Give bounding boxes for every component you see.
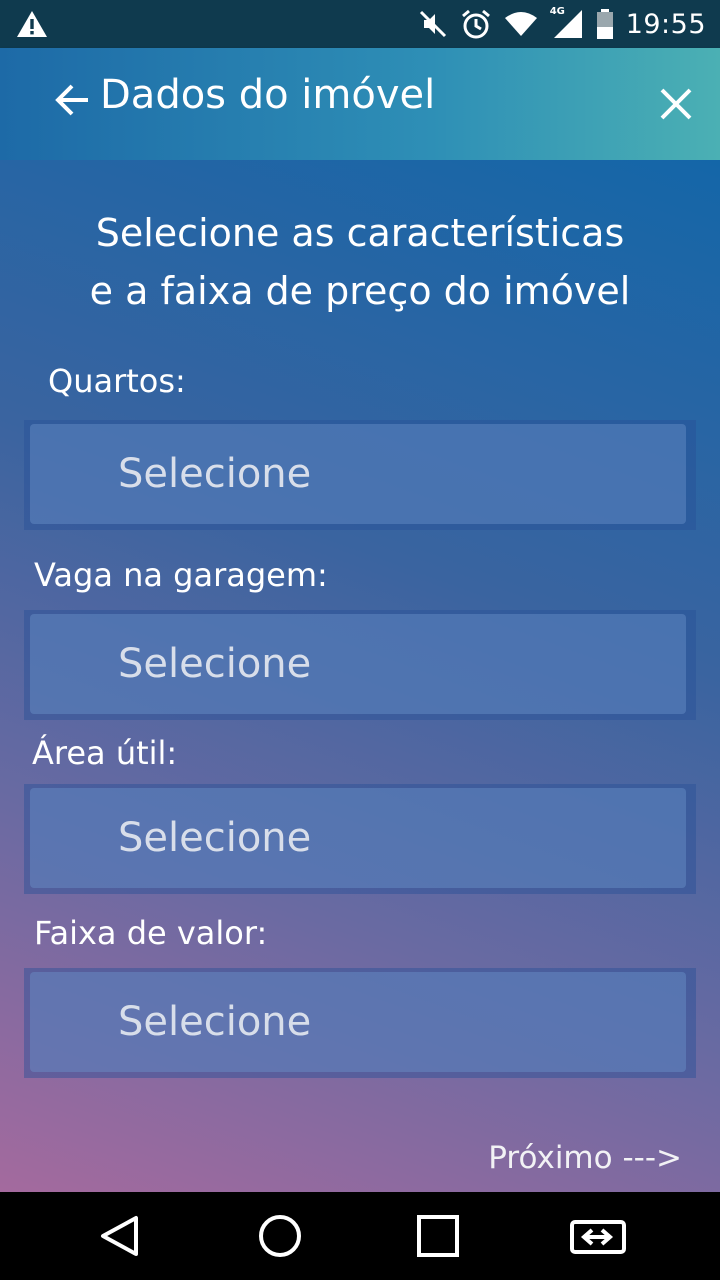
battery-icon	[596, 9, 613, 39]
home-circle-icon[interactable]	[258, 1214, 302, 1258]
label-faixa-valor: Faixa de valor:	[34, 914, 268, 952]
arrow-left-icon[interactable]	[52, 80, 92, 120]
form-heading: Selecione as características e a faixa d…	[0, 204, 720, 320]
heading-line-2: e a faixa de preço do imóvel	[89, 269, 631, 313]
form-content: Selecione as características e a faixa d…	[0, 160, 720, 1192]
status-bar: 4G 19:55	[0, 0, 720, 48]
navigation-bar	[0, 1192, 720, 1280]
signal-indicator: 4G	[550, 6, 584, 40]
warning-icon	[17, 11, 47, 37]
toolbar: Dados do imóvel	[0, 48, 720, 160]
select-vaga-garagem[interactable]: Selecione	[24, 610, 696, 720]
label-vaga-garagem: Vaga na garagem:	[34, 556, 328, 594]
select-area-util[interactable]: Selecione	[24, 784, 696, 894]
wifi-icon	[504, 12, 537, 36]
select-box[interactable]: Selecione	[30, 614, 686, 714]
signal-icon	[553, 10, 582, 38]
heading-line-1: Selecione as características	[95, 211, 625, 255]
back-triangle-icon[interactable]	[98, 1214, 142, 1258]
recents-square-icon[interactable]	[416, 1214, 460, 1258]
select-value: Selecione	[118, 815, 312, 861]
select-value: Selecione	[118, 451, 312, 497]
label-quartos: Quartos:	[48, 362, 186, 400]
label-area-util: Área útil:	[32, 734, 178, 772]
alarm-icon	[461, 9, 490, 39]
select-box[interactable]: Selecione	[30, 788, 686, 888]
select-value: Selecione	[118, 641, 312, 687]
select-box[interactable]: Selecione	[30, 424, 686, 524]
next-button[interactable]: Próximo --->	[488, 1140, 682, 1176]
select-quartos[interactable]: Selecione	[24, 420, 696, 530]
select-value: Selecione	[118, 999, 312, 1045]
status-time: 19:55	[625, 8, 706, 40]
select-box[interactable]: Selecione	[30, 972, 686, 1072]
close-icon[interactable]	[656, 84, 696, 124]
select-faixa-valor[interactable]: Selecione	[24, 968, 696, 1078]
rotate-screen-icon[interactable]	[570, 1214, 626, 1258]
mute-icon	[419, 10, 446, 38]
page-title: Dados do imóvel	[100, 72, 436, 118]
